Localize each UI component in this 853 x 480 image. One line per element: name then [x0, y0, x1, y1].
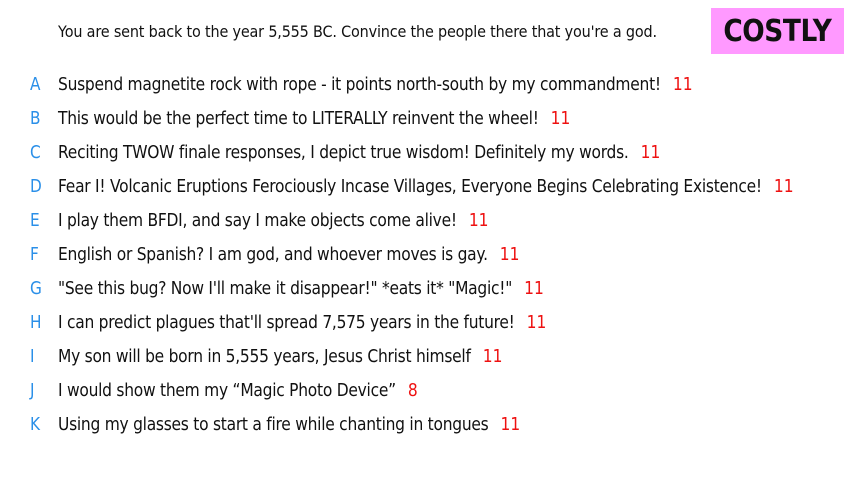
- response-text: Fear I! Volcanic Eruptions Ferociously I…: [58, 175, 762, 197]
- response-row-g: G "See this bug? Now I'll make it disapp…: [0, 273, 853, 303]
- response-row-f: F English or Spanish? I am god, and whoe…: [0, 239, 853, 269]
- response-content: This would be the perfect time to LITERA…: [58, 108, 570, 129]
- response-row-c: C Reciting TWOW finale responses, I depi…: [0, 137, 853, 167]
- response-letter: F: [30, 243, 39, 265]
- response-row-i: I My son will be born in 5,555 years, Je…: [0, 341, 853, 371]
- response-content: Suspend magnetite rock with rope - it po…: [58, 74, 693, 95]
- response-count: 11: [468, 209, 489, 231]
- response-content: I would show them my “Magic Photo Device…: [58, 380, 418, 401]
- response-content: English or Spanish? I am god, and whoeve…: [58, 244, 519, 265]
- response-count: 8: [407, 379, 418, 401]
- response-text: Using my glasses to start a fire while c…: [58, 413, 489, 435]
- response-text: Suspend magnetite rock with rope - it po…: [58, 73, 661, 95]
- response-text: My son will be born in 5,555 years, Jesu…: [58, 345, 471, 367]
- response-count: 11: [672, 73, 693, 95]
- response-row-d: D Fear I! Volcanic Eruptions Ferociously…: [0, 171, 853, 201]
- response-count: 11: [500, 413, 521, 435]
- response-row-e: E I play them BFDI, and say I make objec…: [0, 205, 853, 235]
- response-content: My son will be born in 5,555 years, Jesu…: [58, 346, 502, 367]
- response-text: "See this bug? Now I'll make it disappea…: [58, 277, 513, 299]
- response-letter: H: [30, 311, 42, 333]
- costly-badge: COSTLY: [711, 8, 844, 54]
- response-row-a: A Suspend magnetite rock with rope - it …: [0, 69, 853, 99]
- response-content: "See this bug? Now I'll make it disappea…: [58, 278, 544, 299]
- response-content: Reciting TWOW finale responses, I depict…: [58, 142, 660, 163]
- response-content: Fear I! Volcanic Eruptions Ferociously I…: [58, 176, 794, 197]
- response-row-b: B This would be the perfect time to LITE…: [0, 103, 853, 133]
- response-text: This would be the perfect time to LITERA…: [58, 107, 539, 129]
- response-count: 11: [524, 277, 544, 299]
- response-content: I play them BFDI, and say I make objects…: [58, 210, 489, 231]
- response-row-j: J I would show them my “Magic Photo Devi…: [0, 375, 853, 405]
- costly-badge-label: COSTLY: [723, 13, 832, 49]
- response-count: 11: [499, 243, 520, 265]
- response-text: English or Spanish? I am god, and whoeve…: [58, 243, 488, 265]
- response-text: I would show them my “Magic Photo Device…: [58, 379, 396, 401]
- response-count: 11: [773, 175, 794, 197]
- response-text: I can predict plagues that'll spread 7,5…: [58, 311, 515, 333]
- response-letter: B: [30, 107, 41, 129]
- prompt-text: You are sent back to the year 5,555 BC. …: [58, 22, 657, 41]
- response-letter: K: [30, 413, 41, 435]
- response-row-h: H I can predict plagues that'll spread 7…: [0, 307, 853, 337]
- response-text: Reciting TWOW finale responses, I depict…: [58, 141, 629, 163]
- response-letter: E: [30, 209, 40, 231]
- response-content: Using my glasses to start a fire while c…: [58, 414, 520, 435]
- response-letter: J: [30, 379, 35, 401]
- response-letter: G: [30, 277, 42, 299]
- response-count: 11: [640, 141, 661, 163]
- response-letter: C: [30, 141, 41, 163]
- response-letter: I: [30, 345, 35, 367]
- response-count: 11: [526, 311, 547, 333]
- response-content: I can predict plagues that'll spread 7,5…: [58, 312, 546, 333]
- response-row-k: K Using my glasses to start a fire while…: [0, 409, 853, 439]
- response-text: I play them BFDI, and say I make objects…: [58, 209, 457, 231]
- response-count: 11: [482, 345, 503, 367]
- response-letter: D: [30, 175, 42, 197]
- response-letter: A: [30, 73, 41, 95]
- response-count: 11: [550, 107, 571, 129]
